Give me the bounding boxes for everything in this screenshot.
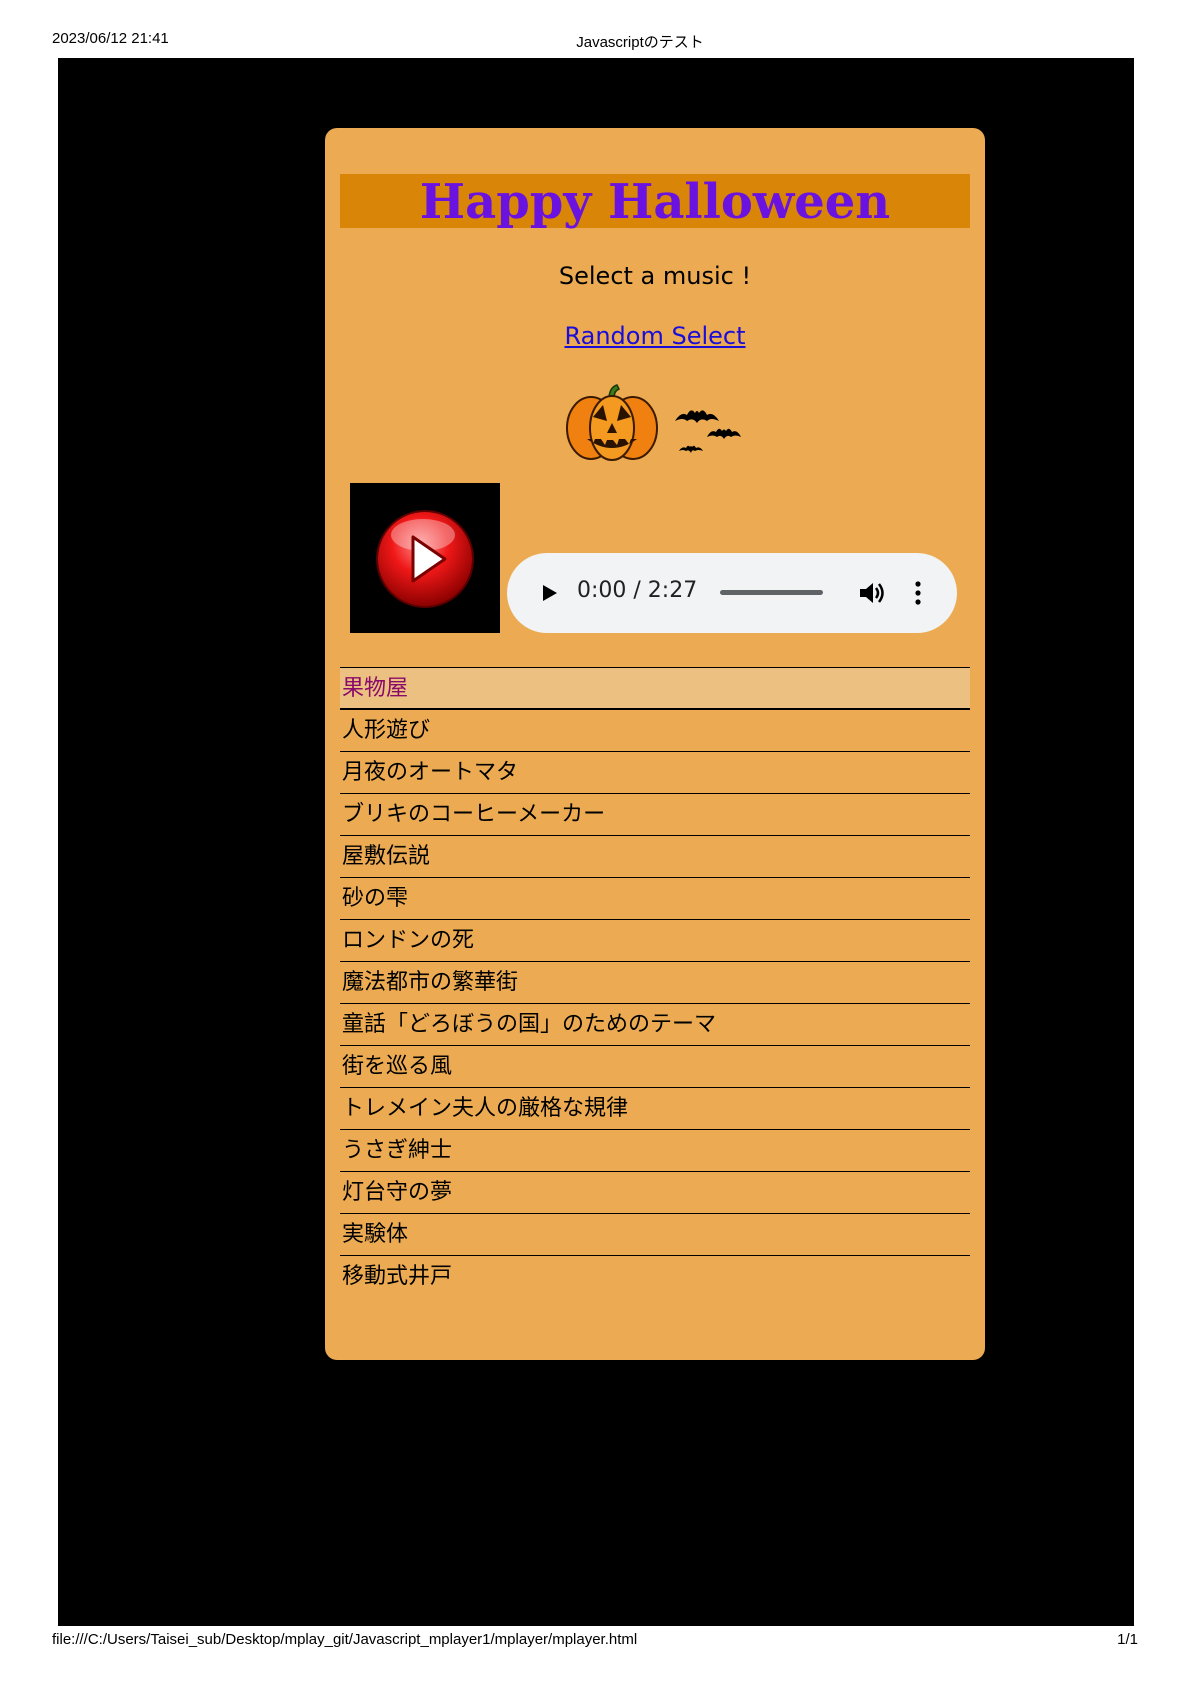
track-list-item[interactable]: 童話「どろぼうの国」のためのテーマ	[340, 1003, 970, 1045]
track-list-item[interactable]: 街を巡る風	[340, 1045, 970, 1087]
track-list-item[interactable]: 屋敷伝説	[340, 835, 970, 877]
random-select-link[interactable]: Random Select	[325, 322, 985, 350]
page-title: Happy Halloween	[340, 174, 970, 230]
bats-icon	[675, 410, 741, 453]
volume-icon[interactable]	[857, 579, 885, 607]
track-list-item[interactable]: 魔法都市の繁華街	[340, 961, 970, 1003]
select-music-prompt: Select a music !	[558, 262, 752, 290]
track-list-item[interactable]: 人形遊び	[340, 709, 970, 751]
print-file-path: file:///C:/Users/Taisei_sub/Desktop/mpla…	[52, 1631, 638, 1648]
track-list-item[interactable]: 灯台守の夢	[340, 1171, 970, 1213]
track-list-item[interactable]: 果物屋	[340, 667, 970, 709]
print-document-title: Javascriptのテスト	[576, 34, 704, 51]
track-list-item[interactable]: トレメイン夫人の厳格な規律	[340, 1087, 970, 1129]
audio-play-icon[interactable]	[537, 581, 561, 605]
track-list-item[interactable]: 移動式井戸	[340, 1255, 970, 1297]
audio-progress-slider[interactable]	[720, 590, 823, 595]
play-button[interactable]	[350, 483, 500, 633]
track-list-item[interactable]: うさぎ紳士	[340, 1129, 970, 1171]
track-list-item[interactable]: 実験体	[340, 1213, 970, 1255]
track-list: 果物屋 人形遊び 月夜のオートマタ ブリキのコーヒーメーカー 屋敷伝説 砂の雫 ロンドンの死…	[340, 667, 970, 1297]
track-list-item[interactable]: ロンドンの死	[340, 919, 970, 961]
play-icon	[376, 510, 474, 608]
audio-time-display: 0:00 / 2:27	[577, 578, 698, 603]
track-list-item[interactable]: 砂の雫	[340, 877, 970, 919]
music-player-card: Happy Halloween Select a music ! Random …	[325, 128, 985, 1360]
page-canvas: Happy Halloween Select a music ! Random …	[58, 58, 1134, 1626]
more-options-icon[interactable]	[913, 579, 923, 607]
audio-player: 0:00 / 2:27	[507, 553, 957, 633]
print-page-number: 1/1	[1117, 1631, 1138, 1648]
track-list-item[interactable]: ブリキのコーヒーメーカー	[340, 793, 970, 835]
jack-o-lantern-icon	[566, 384, 658, 461]
track-list-item[interactable]: 月夜のオートマタ	[340, 751, 970, 793]
